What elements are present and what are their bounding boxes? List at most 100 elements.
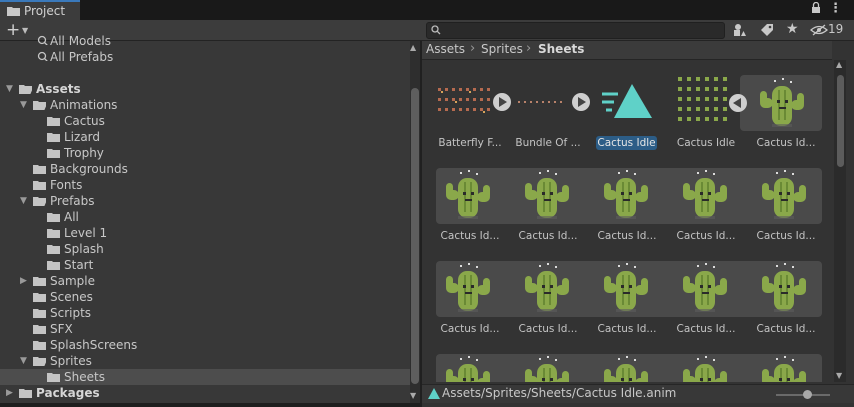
scroll-down-icon[interactable]: ▼ xyxy=(410,391,416,400)
cactus-sprite-icon[interactable] xyxy=(675,170,735,222)
cactus-sprite-icon[interactable] xyxy=(754,263,814,315)
hidden-packages-icon[interactable] xyxy=(810,24,828,36)
tree-item[interactable]: Cactus xyxy=(0,113,410,129)
cactus-sprite-icon[interactable] xyxy=(596,263,656,315)
asset-label-selected[interactable]: Cactus Idle xyxy=(596,136,657,150)
chevron-down-icon[interactable]: ▼ xyxy=(6,81,13,97)
scroll-down-icon[interactable]: ▼ xyxy=(836,371,842,380)
asset-thumb-batterfly[interactable] xyxy=(436,82,500,126)
tree-item[interactable]: ▼ Animations xyxy=(0,97,410,113)
asset-label[interactable]: Cactus Id... xyxy=(748,230,824,242)
tree-item[interactable]: SplashScreens xyxy=(0,337,410,353)
tree-item[interactable]: All Models xyxy=(0,33,410,49)
tree-item[interactable]: Trophy xyxy=(0,145,410,161)
tree-item[interactable]: Start xyxy=(0,257,410,273)
search-input[interactable] xyxy=(426,22,725,39)
tree-item[interactable]: All xyxy=(0,209,410,225)
tree-item[interactable]: ▶ Sample xyxy=(0,273,410,289)
scroll-up-icon[interactable]: ▲ xyxy=(410,43,416,52)
asset-label[interactable]: Batterfly F... xyxy=(432,137,508,149)
breadcrumb-sheets[interactable]: Sheets xyxy=(538,42,584,56)
tree-item-label: Cactus xyxy=(64,114,105,128)
folder-icon xyxy=(33,341,46,350)
folder-icon xyxy=(47,245,60,254)
asset-thumb-bundle[interactable] xyxy=(516,93,580,111)
tree-item[interactable]: Scenes xyxy=(0,289,410,305)
cactus-sprite-icon[interactable] xyxy=(438,263,498,315)
asset-label[interactable]: Bundle Of ... xyxy=(510,137,586,149)
title-bar xyxy=(0,0,854,20)
folder-icon xyxy=(47,133,60,142)
collapse-animation-button[interactable] xyxy=(729,94,747,112)
asset-thumb-cactus-sheet[interactable] xyxy=(676,74,734,130)
tree-item[interactable]: Lizard xyxy=(0,129,410,145)
asset-label[interactable]: Cactus Id... xyxy=(748,137,824,149)
search-icon xyxy=(37,51,48,61)
tree-item[interactable]: Fonts xyxy=(0,177,410,193)
tree-item[interactable]: ▶ Packages xyxy=(0,385,410,401)
cactus-sprite-icon[interactable] xyxy=(754,170,814,222)
folder-icon xyxy=(33,181,46,190)
chevron-down-icon[interactable]: ▼ xyxy=(20,193,27,209)
tree-item[interactable]: Sheets xyxy=(0,369,410,385)
tree-item[interactable]: Scripts xyxy=(0,305,410,321)
asset-label[interactable]: Cactus Id... xyxy=(589,323,665,335)
grid-scrollbar-thumb[interactable] xyxy=(837,75,844,167)
tree-item-label: All Models xyxy=(50,34,111,48)
asset-label[interactable]: Cactus Id... xyxy=(748,323,824,335)
chevron-down-icon[interactable]: ▼ xyxy=(20,353,27,369)
asset-label[interactable]: Cactus Id... xyxy=(432,230,508,242)
cactus-sprite-icon[interactable] xyxy=(675,356,735,382)
cactus-sprite-icon[interactable] xyxy=(754,356,814,382)
cactus-sprite-icon[interactable] xyxy=(438,356,498,382)
sprite-row xyxy=(436,263,822,315)
more-menu-icon[interactable]: ⋮ xyxy=(829,1,842,16)
filter-by-type-icon[interactable] xyxy=(733,23,747,37)
play-animation-button[interactable] xyxy=(493,93,511,111)
breadcrumb-sprites[interactable]: Sprites xyxy=(481,42,523,56)
asset-label[interactable]: Cactus Id... xyxy=(668,230,744,242)
cactus-sprite-icon[interactable] xyxy=(517,356,577,382)
chevron-down-icon[interactable]: ▼ xyxy=(20,97,27,113)
scroll-up-icon[interactable]: ▲ xyxy=(836,60,842,69)
asset-label[interactable]: Cactus Id... xyxy=(668,323,744,335)
tree-item[interactable]: All Prefabs xyxy=(0,49,410,65)
asset-label[interactable]: Cactus Id... xyxy=(432,323,508,335)
tree-item[interactable]: Splash xyxy=(0,241,410,257)
tree-item[interactable]: ▼ Assets xyxy=(0,81,410,97)
asset-label[interactable]: Cactus Id... xyxy=(589,230,665,242)
tree-item-label: Sample xyxy=(50,274,95,288)
tree-item[interactable]: Backgrounds xyxy=(0,161,410,177)
chevron-right-icon[interactable]: ▶ xyxy=(6,385,13,401)
favorite-star-icon[interactable]: ★ xyxy=(786,21,799,37)
folder-icon xyxy=(47,213,60,222)
cactus-sprite-icon[interactable] xyxy=(438,170,498,222)
zoom-slider-handle[interactable] xyxy=(803,390,812,399)
tree-item[interactable]: SFX xyxy=(0,321,410,337)
tree-item[interactable]: ▼ Prefabs xyxy=(0,193,410,209)
lock-icon[interactable] xyxy=(811,1,821,17)
tree-item-label: All Prefabs xyxy=(50,50,114,64)
filter-by-label-icon[interactable] xyxy=(760,23,774,37)
breadcrumb-separator: › xyxy=(470,41,476,56)
asset-label[interactable]: Cactus Id... xyxy=(510,323,586,335)
cactus-sprite-icon[interactable] xyxy=(517,263,577,315)
cactus-sprite-icon[interactable] xyxy=(596,356,656,382)
tree-item[interactable]: Level 1 xyxy=(0,225,410,241)
tree-scrollbar-thumb[interactable] xyxy=(411,88,419,384)
tab-project[interactable]: Project xyxy=(0,0,80,20)
animation-clip-icon[interactable] xyxy=(600,80,656,122)
folder-icon xyxy=(7,7,20,16)
cactus-sprite-icon[interactable] xyxy=(752,78,812,133)
asset-label[interactable]: Cactus Id... xyxy=(510,230,586,242)
cactus-sprite-icon[interactable] xyxy=(675,263,735,315)
tree-item[interactable]: ▼ Sprites xyxy=(0,353,410,369)
asset-label[interactable]: Cactus Idle xyxy=(668,137,744,149)
asset-grid: Batterfly F... Bundle Of ... Cactus Idle… xyxy=(422,60,832,382)
chevron-right-icon[interactable]: ▶ xyxy=(20,273,27,289)
play-animation-button[interactable] xyxy=(572,93,590,111)
breadcrumb-assets[interactable]: Assets xyxy=(426,42,465,56)
cactus-sprite-icon[interactable] xyxy=(517,170,577,222)
cactus-sprite-icon[interactable] xyxy=(596,170,656,222)
